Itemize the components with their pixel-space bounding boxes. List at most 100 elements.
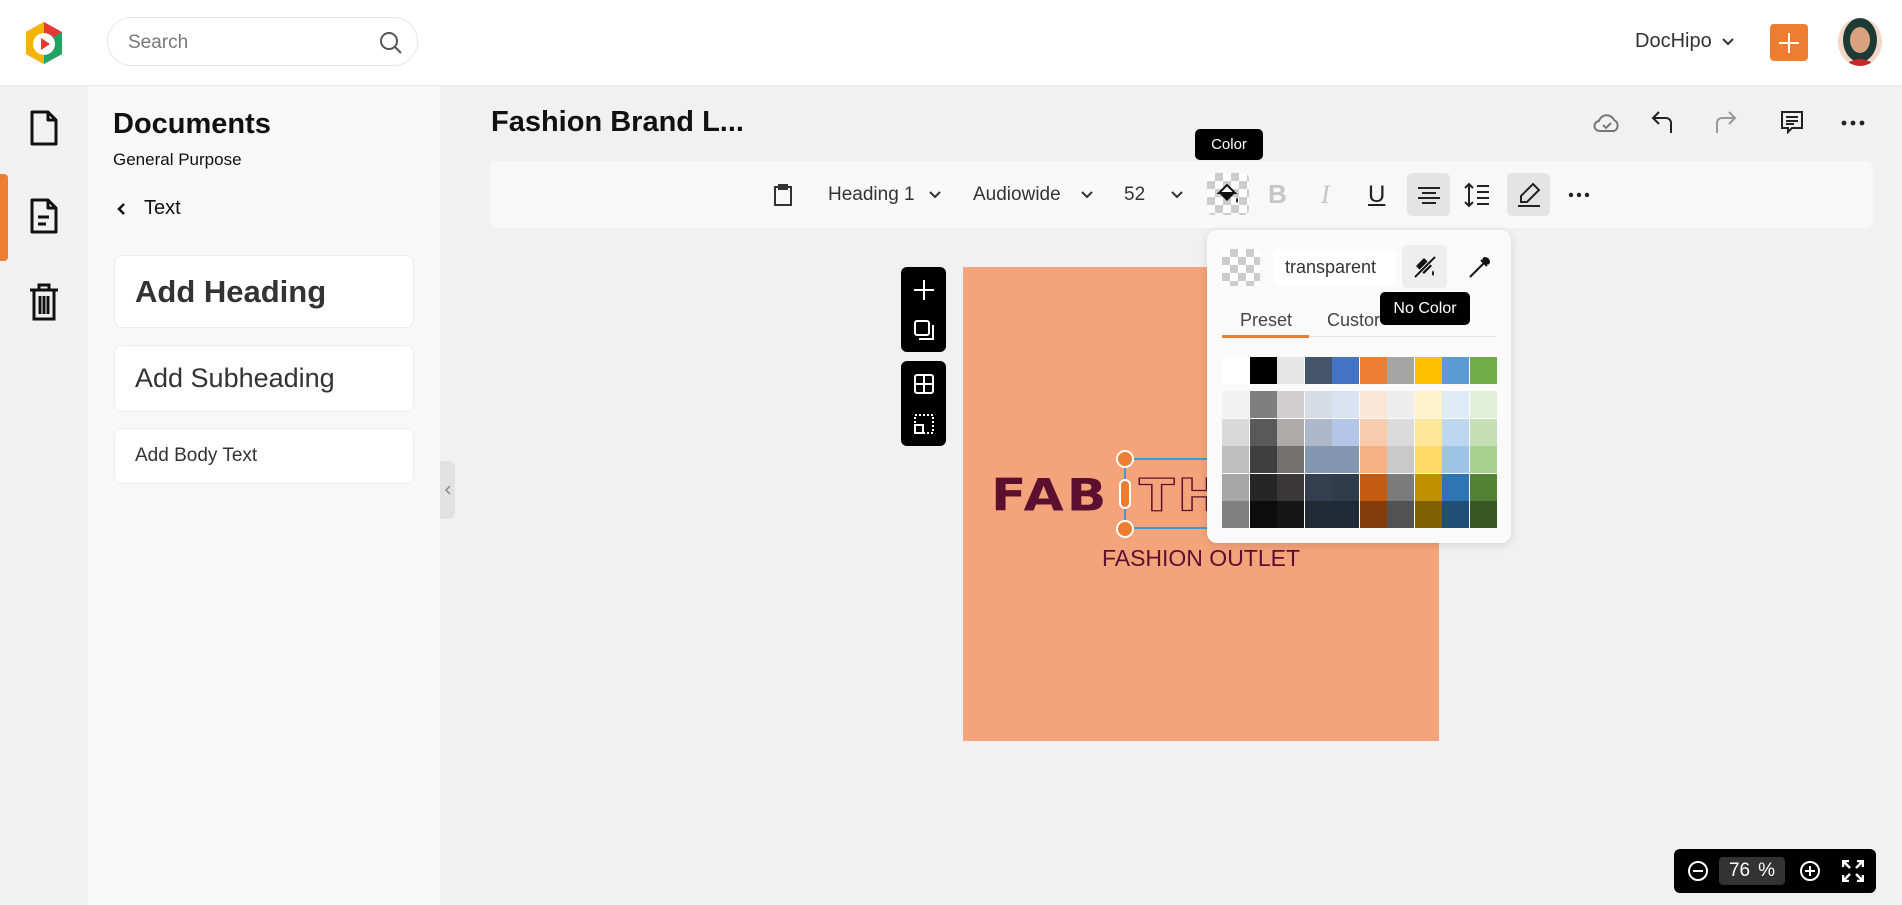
- color-shade-swatch[interactable]: [1359, 473, 1387, 501]
- add-page-button[interactable]: [909, 275, 938, 304]
- document-title[interactable]: Fashion Brand L...: [491, 106, 744, 139]
- no-color-button[interactable]: [1402, 245, 1447, 288]
- line-spacing-button[interactable]: [1464, 161, 1490, 228]
- color-shade-swatch[interactable]: [1414, 391, 1442, 418]
- color-shade-swatch[interactable]: [1222, 446, 1249, 473]
- color-value-input[interactable]: transparent: [1273, 249, 1396, 286]
- zoom-out-button[interactable]: [1686, 859, 1710, 883]
- color-shade-swatch[interactable]: [1359, 418, 1387, 446]
- color-shade-swatch[interactable]: [1249, 446, 1277, 473]
- duplicate-page-button[interactable]: [909, 315, 938, 344]
- rail-item-documents[interactable]: [24, 106, 64, 150]
- search-input[interactable]: Search: [107, 17, 418, 66]
- tagline-text[interactable]: FASHION OUTLET: [963, 545, 1439, 572]
- color-shade-swatch[interactable]: [1387, 501, 1414, 528]
- color-shade-swatch[interactable]: [1387, 446, 1414, 473]
- rail-item-text[interactable]: [24, 194, 64, 238]
- back-to-text[interactable]: Text: [116, 197, 181, 220]
- color-shade-swatch[interactable]: [1304, 446, 1332, 473]
- color-shade-swatch[interactable]: [1359, 446, 1387, 473]
- color-swatch[interactable]: [1414, 357, 1442, 384]
- color-swatch[interactable]: [1304, 357, 1332, 384]
- bold-button[interactable]: B: [1268, 161, 1287, 228]
- color-swatch[interactable]: [1249, 357, 1277, 384]
- color-shade-swatch[interactable]: [1249, 501, 1277, 528]
- search-icon[interactable]: [378, 30, 404, 56]
- text-style-dropdown[interactable]: Heading 1: [828, 161, 941, 228]
- color-shade-swatch[interactable]: [1414, 473, 1442, 501]
- color-shade-swatch[interactable]: [1414, 446, 1442, 473]
- color-shade-swatch[interactable]: [1359, 391, 1387, 418]
- text-color-button[interactable]: [1207, 173, 1249, 215]
- color-shade-swatch[interactable]: [1387, 473, 1414, 501]
- color-shade-swatch[interactable]: [1277, 391, 1304, 418]
- align-center-button[interactable]: [1407, 173, 1450, 216]
- dochipo-logo[interactable]: [22, 20, 66, 66]
- color-shade-swatch[interactable]: [1469, 501, 1497, 528]
- color-swatch[interactable]: [1387, 357, 1414, 384]
- zoom-level-input[interactable]: 76%: [1719, 857, 1785, 885]
- font-size-dropdown[interactable]: 52: [1124, 161, 1183, 228]
- create-button[interactable]: [1770, 24, 1808, 61]
- color-shade-swatch[interactable]: [1249, 473, 1277, 501]
- italic-button[interactable]: I: [1321, 161, 1330, 228]
- color-shade-swatch[interactable]: [1222, 501, 1249, 528]
- redo-button[interactable]: [1710, 106, 1740, 138]
- color-shade-swatch[interactable]: [1387, 391, 1414, 418]
- undo-button[interactable]: [1648, 106, 1678, 138]
- color-shade-swatch[interactable]: [1304, 473, 1332, 501]
- logo-text-fab[interactable]: FAB: [991, 471, 1109, 522]
- color-shade-swatch[interactable]: [1277, 418, 1304, 446]
- color-swatch[interactable]: [1332, 357, 1359, 384]
- resize-handle[interactable]: [1116, 520, 1134, 538]
- font-family-dropdown[interactable]: Audiowide: [973, 161, 1093, 228]
- add-heading-card[interactable]: Add Heading: [114, 255, 414, 328]
- add-body-text-card[interactable]: Add Body Text: [114, 428, 414, 484]
- eyedropper-button[interactable]: [1462, 245, 1498, 288]
- workspace-dropdown[interactable]: DocHipo: [1635, 30, 1734, 53]
- color-swatch[interactable]: [1469, 357, 1497, 384]
- highlight-button[interactable]: [1507, 173, 1550, 216]
- color-shade-swatch[interactable]: [1332, 446, 1359, 473]
- resize-handle[interactable]: [1116, 450, 1134, 468]
- color-shade-swatch[interactable]: [1277, 501, 1304, 528]
- color-shade-swatch[interactable]: [1277, 473, 1304, 501]
- comments-button[interactable]: [1777, 106, 1807, 138]
- color-shade-swatch[interactable]: [1469, 446, 1497, 473]
- grid-button[interactable]: [909, 369, 938, 398]
- tab-preset[interactable]: Preset: [1240, 310, 1292, 331]
- paste-style-button[interactable]: [773, 161, 793, 228]
- color-shade-swatch[interactable]: [1414, 501, 1442, 528]
- color-shade-swatch[interactable]: [1469, 418, 1497, 446]
- color-shade-swatch[interactable]: [1249, 418, 1277, 446]
- color-swatch[interactable]: [1359, 357, 1387, 384]
- color-shade-swatch[interactable]: [1332, 501, 1359, 528]
- collapse-panel-handle[interactable]: [440, 461, 455, 519]
- color-shade-swatch[interactable]: [1304, 418, 1332, 446]
- color-swatch[interactable]: [1277, 357, 1304, 384]
- side-resize-handle[interactable]: [1119, 479, 1131, 509]
- fullscreen-button[interactable]: [1840, 858, 1866, 884]
- more-text-options-button[interactable]: [1568, 161, 1590, 228]
- color-shade-swatch[interactable]: [1469, 473, 1497, 501]
- color-shade-swatch[interactable]: [1332, 418, 1359, 446]
- color-shade-swatch[interactable]: [1414, 418, 1442, 446]
- color-shade-swatch[interactable]: [1442, 446, 1469, 473]
- color-shade-swatch[interactable]: [1442, 473, 1469, 501]
- user-avatar[interactable]: [1838, 18, 1882, 66]
- color-shade-swatch[interactable]: [1387, 418, 1414, 446]
- color-shade-swatch[interactable]: [1304, 391, 1332, 418]
- resize-button[interactable]: [909, 409, 938, 438]
- color-shade-swatch[interactable]: [1442, 501, 1469, 528]
- rail-item-trash[interactable]: [24, 280, 64, 324]
- underline-button[interactable]: U: [1368, 161, 1385, 228]
- color-shade-swatch[interactable]: [1442, 391, 1469, 418]
- color-shade-swatch[interactable]: [1304, 501, 1332, 528]
- zoom-in-button[interactable]: [1798, 859, 1822, 883]
- add-subheading-card[interactable]: Add Subheading: [114, 345, 414, 412]
- color-shade-swatch[interactable]: [1277, 446, 1304, 473]
- tab-custom[interactable]: Custor: [1327, 310, 1380, 331]
- color-shade-swatch[interactable]: [1332, 391, 1359, 418]
- color-shade-swatch[interactable]: [1442, 418, 1469, 446]
- color-shade-swatch[interactable]: [1222, 391, 1249, 418]
